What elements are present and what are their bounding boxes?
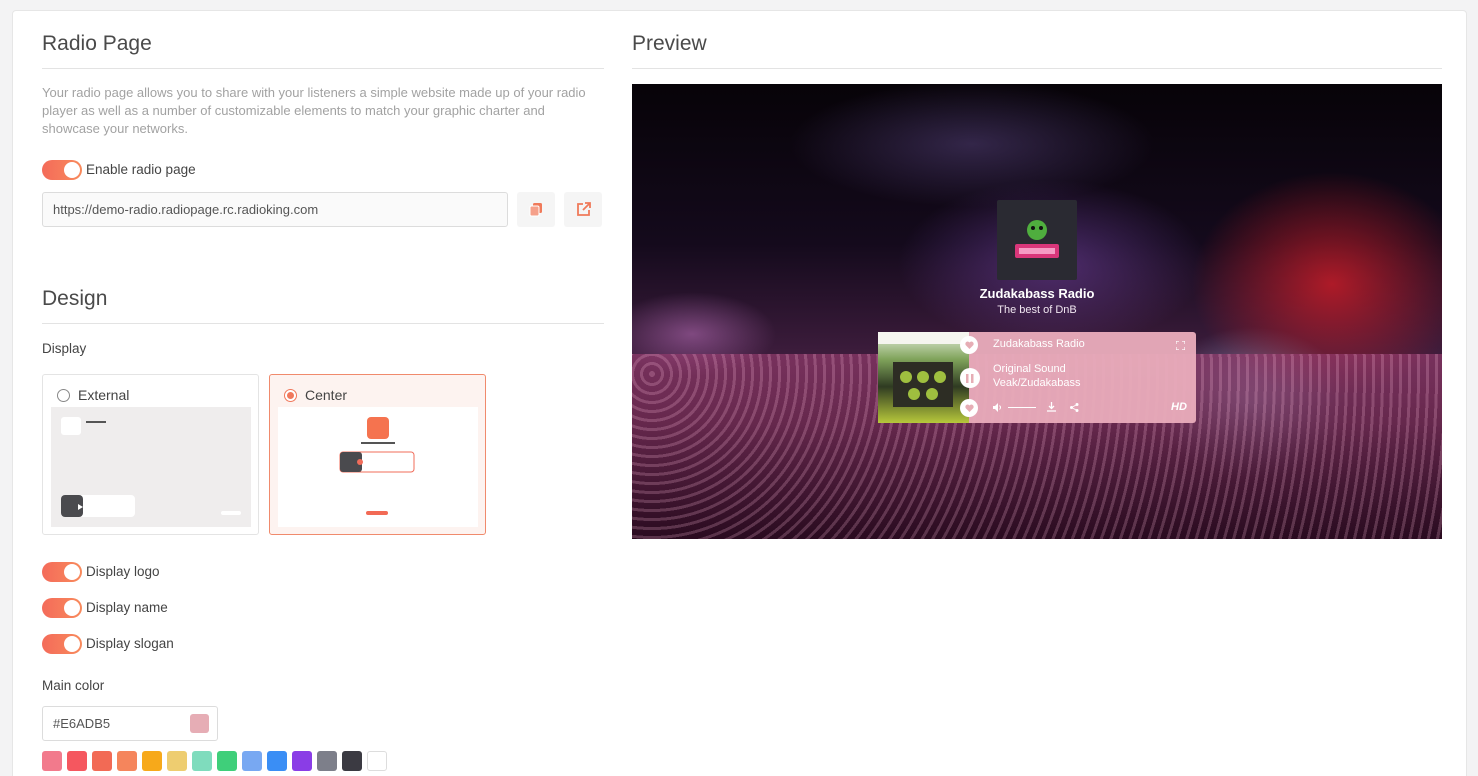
display-option-center[interactable]: Center (269, 374, 486, 535)
color-swatches (42, 751, 387, 771)
display-slogan-label: Display slogan (86, 636, 174, 651)
enable-radio-page-toggle[interactable] (42, 160, 82, 180)
pause-icon (966, 373, 974, 383)
color-swatch-11[interactable] (317, 751, 337, 771)
external-label: External (78, 387, 130, 403)
copy-icon (529, 203, 542, 217)
album-art-icon (878, 332, 969, 407)
radio-page-preview: Zudakabass Radio The best of DnB Zudakab… (632, 84, 1442, 539)
color-swatch-5[interactable] (167, 751, 187, 771)
color-swatch-9[interactable] (267, 751, 287, 771)
preview-title: Preview (632, 32, 707, 55)
external-layout-thumbnail (51, 407, 251, 527)
radio-page-title: Radio Page (42, 32, 152, 55)
heart-icon (964, 341, 974, 349)
color-swatch-8[interactable] (242, 751, 262, 771)
divider (42, 323, 604, 324)
center-radio[interactable] (284, 389, 297, 402)
display-name-label: Display name (86, 600, 168, 615)
color-swatch-7[interactable] (217, 751, 237, 771)
fullscreen-icon[interactable] (1176, 341, 1185, 350)
color-swatch-0[interactable] (42, 751, 62, 771)
track-artist: Veak/Zudakabass (993, 377, 1081, 389)
enable-radio-page-label: Enable radio page (86, 162, 196, 177)
station-logo (997, 200, 1077, 280)
radio-player: Zudakabass Radio Original Sound Veak/Zud… (878, 332, 1196, 423)
external-radio[interactable] (57, 389, 70, 402)
main-color-label: Main color (42, 678, 105, 693)
player-station-name: Zudakabass Radio (993, 338, 1085, 350)
display-logo-toggle[interactable] (42, 562, 82, 582)
station-logo-icon (1015, 220, 1059, 258)
open-url-button[interactable] (564, 192, 602, 227)
like-button[interactable] (960, 336, 978, 354)
divider (42, 68, 604, 69)
color-swatch-6[interactable] (192, 751, 212, 771)
heart-icon (964, 404, 974, 412)
track-title: Original Sound (993, 363, 1066, 375)
preview-station-name: Zudakabass Radio (979, 286, 1095, 301)
album-cover (878, 332, 969, 423)
pause-button[interactable] (960, 368, 980, 388)
color-swatch-10[interactable] (292, 751, 312, 771)
display-option-external[interactable]: External (42, 374, 259, 535)
color-swatch-2[interactable] (92, 751, 112, 771)
display-logo-label: Display logo (86, 564, 160, 579)
color-swatch-12[interactable] (342, 751, 362, 771)
radio-page-description: Your radio page allows you to share with… (42, 85, 586, 136)
color-swatch-1[interactable] (67, 751, 87, 771)
volume-icon[interactable] (993, 403, 1038, 412)
color-swatch-4[interactable] (142, 751, 162, 771)
favorite-button[interactable] (960, 399, 978, 417)
radio-page-url-field[interactable]: https://demo-radio.radiopage.rc.radiokin… (42, 192, 508, 227)
preview-station-slogan: The best of DnB (997, 304, 1077, 316)
center-layout-thumbnail (278, 407, 478, 527)
download-icon[interactable] (1047, 402, 1056, 412)
main-color-preview[interactable] (190, 714, 209, 733)
display-name-toggle[interactable] (42, 598, 82, 618)
color-swatch-3[interactable] (117, 751, 137, 771)
divider (632, 68, 1442, 69)
design-title: Design (42, 287, 108, 310)
hd-quality-badge[interactable]: HD (1171, 401, 1187, 413)
display-slogan-toggle[interactable] (42, 634, 82, 654)
display-label: Display (42, 341, 87, 356)
external-link-icon (576, 202, 591, 216)
share-icon[interactable] (1070, 403, 1079, 412)
copy-url-button[interactable] (517, 192, 555, 227)
color-swatch-13[interactable] (367, 751, 387, 771)
center-label: Center (305, 387, 348, 403)
